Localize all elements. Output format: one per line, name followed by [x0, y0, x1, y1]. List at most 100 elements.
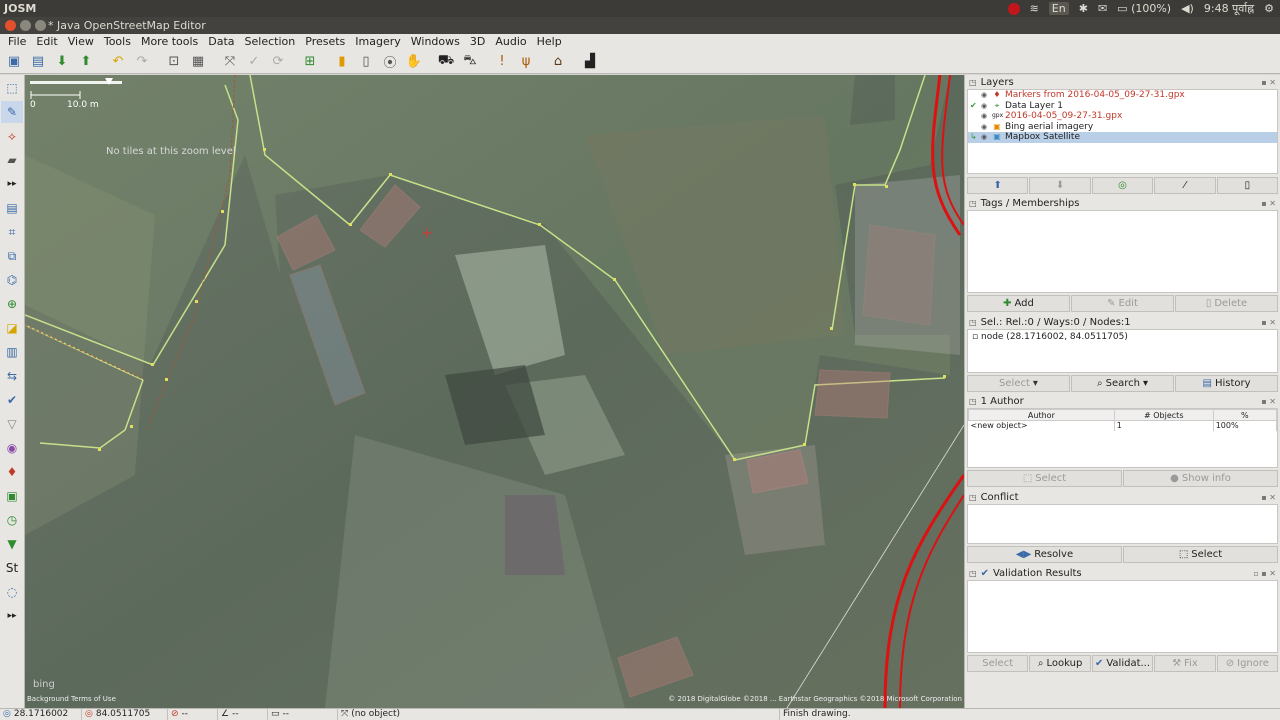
dialog-commands-icon[interactable]: ▥	[1, 341, 23, 363]
ignore-button[interactable]: ⊘ Ignore	[1216, 655, 1279, 672]
show-info-button[interactable]: ● Show info	[1123, 470, 1278, 487]
tags-table[interactable]	[967, 210, 1278, 293]
author-column-header[interactable]: Author	[968, 409, 1115, 421]
validate-button[interactable]: ✔ Validat...	[1091, 655, 1154, 672]
imagery-icon[interactable]: ⊞	[299, 50, 321, 72]
more-dialogs-icon[interactable]: ▸▸	[1, 605, 23, 627]
authors-dialog-header[interactable]: ◳ 1 Author ▪ ✕	[965, 394, 1280, 408]
selected-node-item[interactable]: node (28.1716002, 84.0511705)	[981, 332, 1128, 342]
visibility-eye-icon[interactable]: ◉	[981, 122, 989, 133]
restaurant-icon[interactable]: ψ	[515, 50, 537, 72]
save-icon[interactable]: ▤	[27, 50, 49, 72]
collapse-icon[interactable]: ◳	[969, 78, 977, 87]
upload-icon[interactable]: ⬆	[75, 50, 97, 72]
menu-file[interactable]: File	[3, 34, 31, 49]
dialog-relations-icon[interactable]: ⧉	[1, 245, 23, 267]
dialog-filter-icon[interactable]: ▽	[1, 413, 23, 435]
preferences-icon[interactable]: ▦	[187, 50, 209, 72]
table-row[interactable]: <new object> 1 100%	[968, 420, 1278, 431]
layer-visibility-button[interactable]: ⁄	[1154, 177, 1216, 194]
menu-more-tools[interactable]: More tools	[136, 34, 203, 49]
shop-icon[interactable]: ⌂	[547, 50, 569, 72]
validate-icon[interactable]: ✓	[243, 50, 265, 72]
menu-view[interactable]: View	[63, 34, 99, 49]
layer-item[interactable]: ◉ gpx 2016-04-05_09-27-31.gpx	[968, 111, 1277, 122]
visibility-eye-icon[interactable]: ◉	[981, 111, 989, 122]
hand-icon[interactable]: ✋	[403, 50, 425, 72]
activate-layer-button[interactable]: ◎	[1091, 177, 1154, 194]
minimize-window-button[interactable]	[20, 20, 31, 31]
collapse-icon[interactable]: ◳	[969, 493, 977, 502]
mail-icon[interactable]: ✉	[1098, 2, 1107, 15]
collapse-icon[interactable]: ◳	[969, 318, 977, 327]
collapse-icon[interactable]: ◳	[969, 569, 977, 578]
history-button[interactable]: ▤ History	[1175, 375, 1278, 392]
redo-icon[interactable]: ↷	[131, 50, 153, 72]
visibility-eye-icon[interactable]: ◉	[981, 101, 989, 112]
dialog-panel-icon[interactable]: ▣	[1, 485, 23, 507]
draw-mode-icon[interactable]: ✎	[1, 101, 23, 123]
download-icon[interactable]: ⬇	[51, 50, 73, 72]
record-icon[interactable]	[1007, 2, 1020, 15]
edit-tag-button[interactable]: ✎ Edit	[1071, 295, 1174, 312]
dialog-header-icons[interactable]: ▪ ✕	[1261, 78, 1276, 87]
search-button[interactable]: ⌕ Search ▾	[1071, 375, 1174, 392]
road-preset-icon[interactable]: ▯	[355, 50, 377, 72]
open-file-icon[interactable]: ▣	[3, 50, 25, 72]
fix-button[interactable]: ⚒ Fix	[1154, 655, 1216, 672]
objects-column-header[interactable]: # Objects	[1113, 409, 1214, 421]
menu-selection[interactable]: Selection	[240, 34, 301, 49]
conflict-dialog-header[interactable]: ◳ Conflict ▪ ✕	[965, 490, 1280, 504]
layer-item-selected[interactable]: ↳ ◉ ▣ Mapbox Satellite	[968, 132, 1277, 143]
author-select-button[interactable]: ⬚ Select	[967, 470, 1122, 487]
car-icon[interactable]: ⛟	[435, 50, 457, 72]
menu-edit[interactable]: Edit	[31, 34, 62, 49]
menu-presets[interactable]: Presets	[300, 34, 350, 49]
dialog-notes-icon[interactable]: ◉	[1, 437, 23, 459]
more-modes-icon[interactable]: ▸▸	[1, 173, 23, 195]
menu-tools[interactable]: Tools	[99, 34, 136, 49]
dialog-style-icon[interactable]: St	[1, 557, 23, 579]
add-tag-button[interactable]: ✚ Add	[967, 295, 1070, 312]
factory-icon[interactable]: ▟	[579, 50, 601, 72]
collapse-icon[interactable]: ◳	[969, 397, 977, 406]
refresh-icon[interactable]: ⟳	[267, 50, 289, 72]
validation-dialog-header[interactable]: ◳ ✔ Validation Results ▫ ▪ ✕	[965, 566, 1280, 580]
battery-indicator[interactable]: ▭ (100%)	[1117, 2, 1171, 15]
lookup-button[interactable]: ⌕ Lookup	[1029, 655, 1091, 672]
move-up-button[interactable]: ⬆	[967, 177, 1029, 194]
background-terms-link[interactable]: Background Terms of Use	[27, 695, 116, 703]
select-mode-icon[interactable]: ⬚	[1, 77, 23, 99]
menu-windows[interactable]: Windows	[406, 34, 465, 49]
dialog-tags-icon[interactable]: ⌗	[1, 221, 23, 243]
resolve-button[interactable]: ◀▶ Resolve	[967, 546, 1122, 563]
clock[interactable]: 9:48 पूर्वाह्न	[1204, 1, 1254, 16]
close-window-button[interactable]	[5, 20, 16, 31]
dialog-filters-icon[interactable]: ⌬	[1, 269, 23, 291]
dialog-filter-green-icon[interactable]: ▼	[1, 533, 23, 555]
menu-3d[interactable]: 3D	[465, 34, 490, 49]
dialog-changesets-icon[interactable]: ◌	[1, 581, 23, 603]
menu-imagery[interactable]: Imagery	[350, 34, 405, 49]
tags-dialog-header[interactable]: ◳ Tags / Memberships ▪ ✕	[965, 196, 1280, 210]
keyboard-language[interactable]: En	[1048, 2, 1069, 15]
visibility-eye-icon[interactable]: ◉	[981, 132, 989, 143]
bus-icon[interactable]: ⛍	[459, 50, 481, 72]
dialog-marker-icon[interactable]: ♦	[1, 461, 23, 483]
menu-help[interactable]: Help	[532, 34, 567, 49]
dialog-header-icons[interactable]: ▪ ✕	[1261, 318, 1276, 327]
bluetooth-icon[interactable]: ✱	[1079, 2, 1088, 15]
select-button[interactable]: Select ▾	[967, 375, 1070, 392]
layers-dialog-header[interactable]: ◳ Layers ▪ ✕	[965, 75, 1280, 89]
building-preset-icon[interactable]: ▮	[331, 50, 353, 72]
layer-item[interactable]: ◉ ♦ Markers from 2016-04-05_09-27-31.gpx	[968, 90, 1277, 101]
delete-tag-button[interactable]: ▯ Delete	[1175, 295, 1278, 312]
settings-gear-icon[interactable]: ⚙	[1264, 2, 1274, 15]
collapse-icon[interactable]: ◳	[969, 199, 977, 208]
move-down-button[interactable]: ⬇	[1029, 177, 1091, 194]
improve-way-icon[interactable]: ⟡	[1, 125, 23, 147]
validation-select-button[interactable]: Select	[967, 655, 1029, 672]
dialog-header-icons[interactable]: ▫ ▪ ✕	[1253, 569, 1276, 578]
layer-item[interactable]: ✔ ◉ ⌖ Data Layer 1	[968, 101, 1277, 112]
zoom-icon[interactable]: ⊡	[163, 50, 185, 72]
